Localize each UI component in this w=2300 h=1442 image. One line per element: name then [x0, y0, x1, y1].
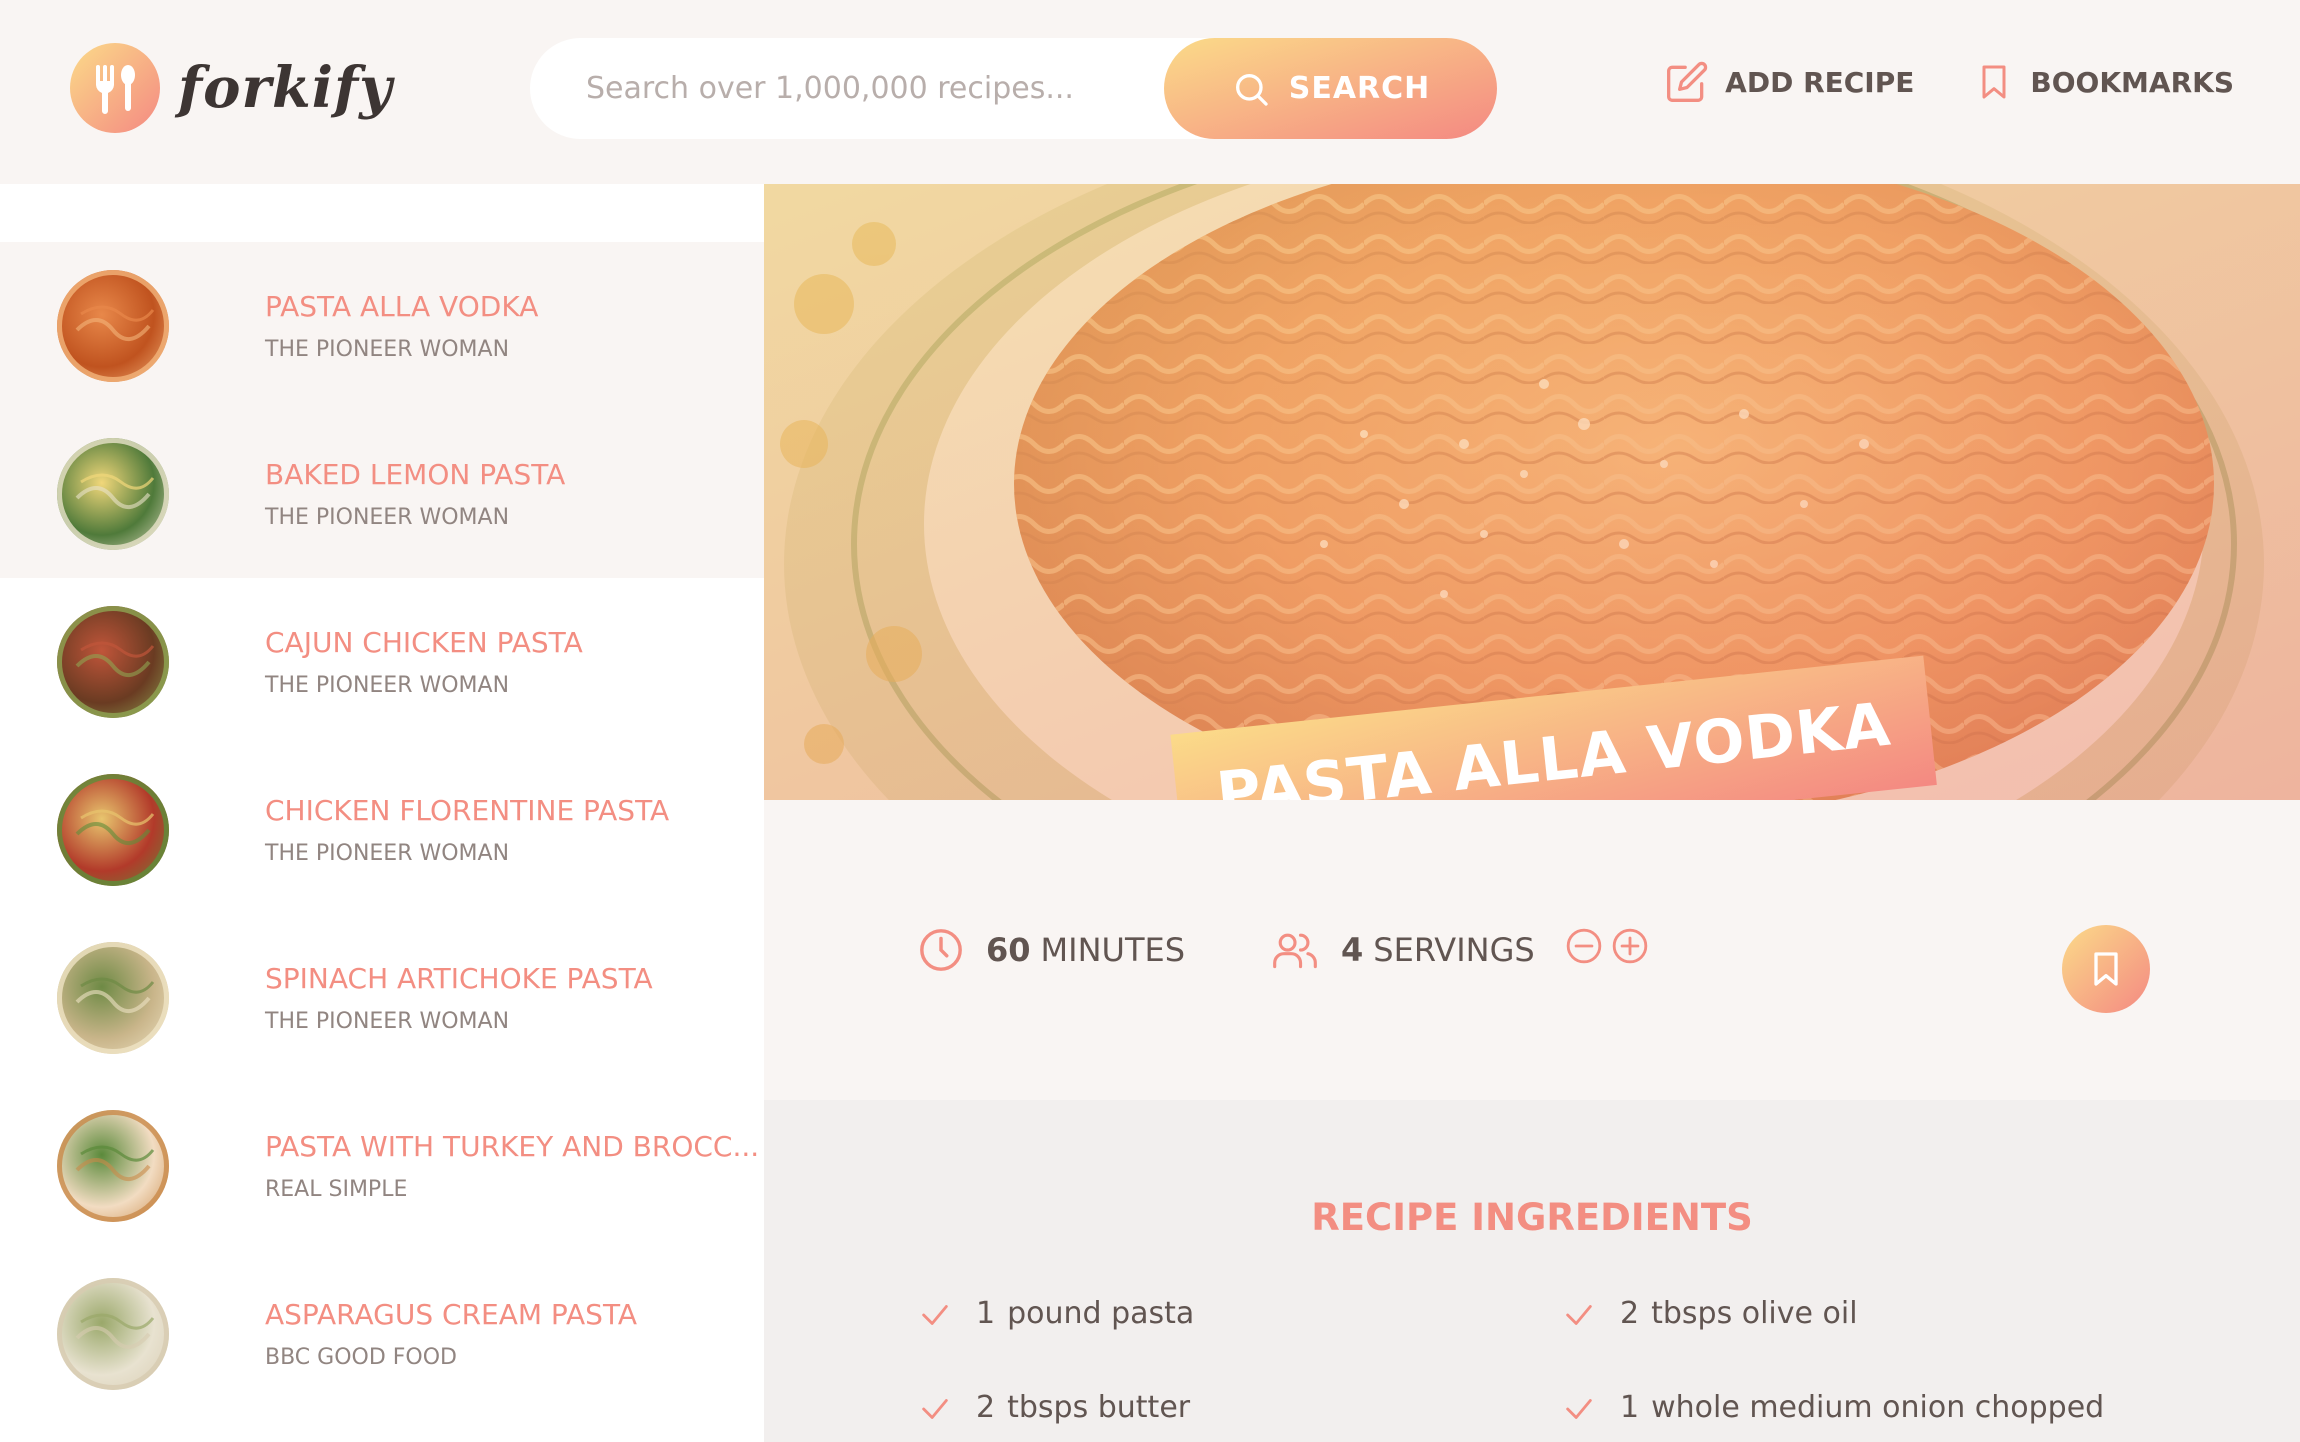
result-title: CAJUN CHICKEN PASTA [265, 626, 583, 659]
users-icon [1273, 933, 1317, 969]
ingredient-description: tbsps olive oil [1651, 1296, 1858, 1331]
add-recipe-label: ADD RECIPE [1725, 65, 1915, 99]
result-thumbnail [57, 270, 169, 382]
decrease-servings-button[interactable] [1565, 927, 1603, 973]
ingredient-quantity: 2 [976, 1390, 996, 1425]
cooking-time-unit: MINUTES [1040, 931, 1186, 969]
servings: 4 SERVINGS [1271, 927, 1657, 973]
recipe-view: PASTA ALLA VODKA 60 MINUTES 4 SERVINGS R… [764, 184, 2300, 1442]
result-text: BAKED LEMON PASTA THE PIONEER WOMAN [265, 458, 565, 530]
bookmarks-button[interactable]: BOOKMARKS [1974, 60, 2234, 104]
increase-servings-button[interactable] [1611, 927, 1649, 973]
result-text: PASTA WITH TURKEY AND BROCC... REAL SIMPL… [265, 1130, 759, 1202]
result-title: BAKED LEMON PASTA [265, 458, 566, 491]
result-text: CHICKEN FLORENTINE PASTA THE PIONEER WOMA… [265, 794, 669, 866]
ingredient-description: tbsps butter [1007, 1390, 1191, 1425]
search-results: PASTA ALLA VODKA THE PIONEER WOMAN BAKED L… [0, 184, 764, 1442]
result-text: CAJUN CHICKEN PASTA THE PIONEER WOMAN [265, 626, 583, 698]
logo-text: forkify [178, 55, 393, 121]
ingredient-quantity: 1 [976, 1296, 996, 1331]
recipe-image: PASTA ALLA VODKA [764, 184, 2300, 800]
bookmark-recipe-button[interactable] [2062, 925, 2150, 1013]
result-text: ASPARAGUS CREAM PASTA BBC GOOD FOOD [265, 1298, 637, 1370]
main-nav: ADD RECIPE BOOKMARKS [1605, 60, 2234, 104]
result-item[interactable]: CHICKEN FLORENTINE PASTA THE PIONEER WOMA… [0, 746, 764, 914]
check-icon [1566, 1399, 1592, 1419]
result-text: PASTA ALLA VODKA THE PIONEER WOMAN [265, 290, 538, 362]
search-form: SEARCH [530, 38, 1497, 139]
fork-spoon-icon [70, 43, 160, 133]
result-item[interactable]: PASTA ALLA VODKA THE PIONEER WOMAN [0, 242, 764, 410]
result-title: CHICKEN FLORENTINE PASTA [265, 794, 670, 827]
bookmark-icon [1982, 65, 2006, 99]
app-header: forkify SEARCH ADD RECIPE BOOKMARKS [0, 0, 2300, 184]
bookmark-icon [2094, 952, 2118, 986]
result-title: PASTA WITH TURKEY AND BROCC... [265, 1130, 760, 1163]
result-item[interactable]: PASTA WITH TURKEY AND BROCC... REAL SIMPL… [0, 1082, 764, 1250]
result-publisher: THE PIONEER WOMAN [265, 841, 510, 866]
result-publisher: THE PIONEER WOMAN [265, 673, 510, 698]
add-recipe-button[interactable]: ADD RECIPE [1665, 60, 1914, 104]
ingredient-description: whole medium onion chopped [1651, 1390, 2105, 1425]
servings-value: 4 [1341, 931, 1364, 969]
result-thumbnail [57, 942, 169, 1054]
result-thumbnail [57, 1110, 169, 1222]
result-title: PASTA ALLA VODKA [265, 290, 539, 323]
result-publisher: THE PIONEER WOMAN [265, 337, 510, 362]
cooking-time-value: 60 [986, 931, 1031, 969]
ingredient-item: 2 tbsps butter [918, 1390, 1562, 1426]
search-icon [1235, 73, 1268, 106]
search-input[interactable] [586, 71, 1146, 106]
recipe-ingredients: RECIPE INGREDIENTS 1 pound pasta 2 tbsps ol… [764, 1100, 2300, 1442]
result-thumbnail [57, 606, 169, 718]
edit-icon [1667, 61, 1708, 102]
search-button[interactable]: SEARCH [1164, 38, 1497, 139]
clock-icon [920, 929, 962, 971]
result-title: ASPARAGUS CREAM PASTA [265, 1298, 638, 1331]
ingredient-item: 1 whole medium onion chopped [1562, 1390, 2206, 1426]
results-top-spacer [0, 184, 764, 242]
result-item[interactable]: SPINACH ARTICHOKE PASTA THE PIONEER WOMAN [0, 914, 764, 1082]
ingredient-item: 1 pound pasta [918, 1296, 1562, 1332]
ingredient-quantity: 2 [1620, 1296, 1640, 1331]
ingredient-description: pound pasta [1007, 1296, 1195, 1331]
check-icon [1566, 1305, 1592, 1325]
result-publisher: THE PIONEER WOMAN [265, 1009, 510, 1034]
ingredient-item: 2 tbsps olive oil [1562, 1296, 2206, 1332]
results-list: PASTA ALLA VODKA THE PIONEER WOMAN BAKED L… [0, 242, 764, 1418]
result-publisher: REAL SIMPLE [265, 1177, 408, 1202]
result-thumbnail [57, 438, 169, 550]
result-publisher: THE PIONEER WOMAN [265, 505, 510, 530]
result-thumbnail [57, 774, 169, 886]
ingredient-quantity: 1 [1620, 1390, 1640, 1425]
servings-unit: SERVINGS [1373, 931, 1535, 969]
result-thumbnail [57, 1278, 169, 1390]
logo[interactable]: forkify [70, 43, 393, 133]
recipe-details: 60 MINUTES 4 SERVINGS [764, 800, 2300, 1100]
ingredients-list: 1 pound pasta 2 tbsps olive oil 2 tbsps butte… [918, 1296, 2218, 1426]
minus-circle-icon [1566, 928, 1601, 964]
result-item[interactable]: ASPARAGUS CREAM PASTA BBC GOOD FOOD [0, 1250, 764, 1418]
plus-circle-icon [1612, 928, 1647, 964]
bookmarks-label: BOOKMARKS [2030, 65, 2234, 99]
result-publisher: BBC GOOD FOOD [265, 1345, 457, 1370]
result-text: SPINACH ARTICHOKE PASTA THE PIONEER WOMAN [265, 962, 653, 1034]
cooking-time: 60 MINUTES [918, 927, 1185, 973]
ingredients-heading: RECIPE INGREDIENTS [1311, 1196, 1753, 1239]
check-icon [922, 1399, 948, 1419]
servings-controls [1565, 927, 1657, 973]
result-item[interactable]: BAKED LEMON PASTA THE PIONEER WOMAN [0, 410, 764, 578]
result-title: SPINACH ARTICHOKE PASTA [265, 962, 653, 995]
result-item[interactable]: CAJUN CHICKEN PASTA THE PIONEER WOMAN [0, 578, 764, 746]
check-icon [922, 1305, 948, 1325]
search-button-label: SEARCH [1288, 71, 1431, 106]
